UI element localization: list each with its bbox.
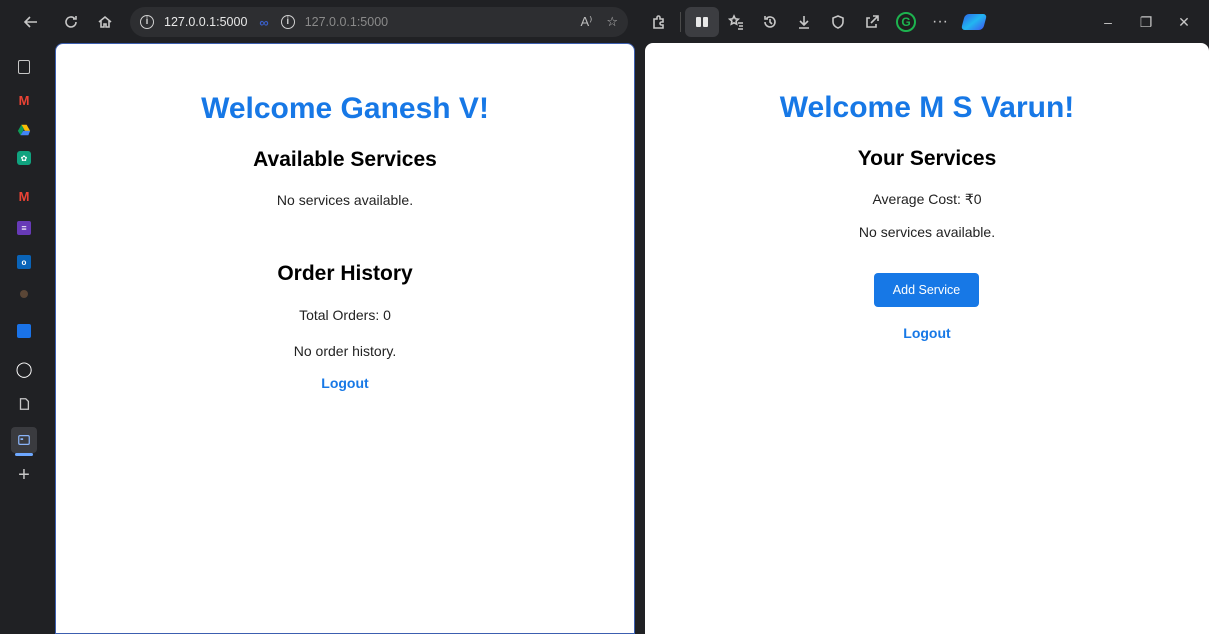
back-icon[interactable]	[14, 7, 48, 37]
logout-link[interactable]: Logout	[645, 325, 1209, 341]
link-icon[interactable]: ∞	[259, 15, 268, 30]
toolbar-separator	[680, 12, 681, 32]
favorites-list-icon[interactable]	[719, 7, 753, 37]
copilot-icon[interactable]	[957, 7, 991, 37]
split-screen-icon[interactable]	[685, 7, 719, 37]
chatgpt-icon[interactable]: ✿	[17, 151, 31, 165]
close-icon[interactable]: ✕	[1165, 7, 1203, 37]
welcome-heading: Welcome M S Varun!	[779, 91, 1075, 124]
sidebar-dot-icon[interactable]	[20, 290, 28, 298]
gmail-icon[interactable]: M	[14, 90, 34, 110]
terminal-app-icon[interactable]	[11, 427, 37, 453]
browser-essentials-icon[interactable]	[821, 7, 855, 37]
share-icon[interactable]	[855, 7, 889, 37]
favorite-star-icon[interactable]: ☆	[606, 14, 618, 30]
site-info-icon[interactable]: i	[140, 15, 154, 29]
no-order-history-text: No order history.	[293, 343, 397, 359]
site-info-icon-secondary[interactable]: i	[280, 15, 295, 29]
url-secondary[interactable]: 127.0.0.1:5000	[305, 15, 388, 29]
grammarly-logo: G	[896, 12, 916, 32]
read-aloud-icon[interactable]: A⁾	[580, 14, 592, 30]
google-drive-icon[interactable]	[14, 120, 34, 140]
home-icon[interactable]	[88, 7, 122, 37]
browser-toolbar: i 127.0.0.1:5000 ∞ i 127.0.0.1:5000 A⁾ ☆	[0, 0, 1209, 44]
history-icon[interactable]	[753, 7, 787, 37]
left-pane: Welcome Ganesh V! Available Services No …	[55, 43, 635, 634]
grammarly-extension-icon[interactable]: G	[889, 7, 923, 37]
logout-link[interactable]: Logout	[56, 375, 634, 391]
restore-icon[interactable]: ❐	[1127, 7, 1165, 37]
forms-icon[interactable]: ≡	[17, 221, 31, 235]
no-services-text: No services available.	[858, 224, 996, 240]
no-services-text: No services available.	[276, 192, 414, 208]
add-sidebar-app-icon[interactable]: +	[14, 464, 34, 486]
minimize-icon[interactable]: –	[1089, 7, 1127, 37]
welcome-heading: Welcome Ganesh V!	[201, 92, 489, 125]
outlook-icon[interactable]: o	[17, 255, 31, 269]
average-cost-text: Average Cost: ₹0	[872, 191, 982, 207]
total-orders-text: Total Orders: 0	[299, 307, 391, 323]
gmail-icon-2[interactable]: M	[14, 186, 34, 206]
active-indicator	[15, 453, 33, 456]
tab-actions-icon[interactable]	[18, 60, 30, 74]
address-bar[interactable]: i 127.0.0.1:5000 ∞ i 127.0.0.1:5000 A⁾ ☆	[130, 7, 628, 37]
order-history-heading: Order History	[277, 262, 413, 285]
document-icon[interactable]	[14, 394, 34, 414]
browser-window: i 127.0.0.1:5000 ∞ i 127.0.0.1:5000 A⁾ ☆	[0, 0, 1209, 634]
refresh-icon[interactable]	[54, 7, 88, 37]
download-icon[interactable]	[787, 7, 821, 37]
app-tile-icon[interactable]	[17, 324, 31, 338]
available-services-heading: Available Services	[253, 148, 437, 171]
url-primary[interactable]: 127.0.0.1:5000	[164, 15, 247, 29]
browser-sidebar: M ✿ M ≡ o ◯ +	[0, 44, 48, 634]
your-services-heading: Your Services	[857, 147, 997, 170]
add-service-button[interactable]: Add Service	[874, 273, 979, 307]
github-icon[interactable]: ◯	[14, 359, 34, 379]
extensions-puzzle-icon[interactable]	[642, 7, 676, 37]
more-menu-icon[interactable]: ···	[923, 7, 957, 37]
right-pane: Welcome M S Varun! Your Services Average…	[645, 43, 1209, 634]
